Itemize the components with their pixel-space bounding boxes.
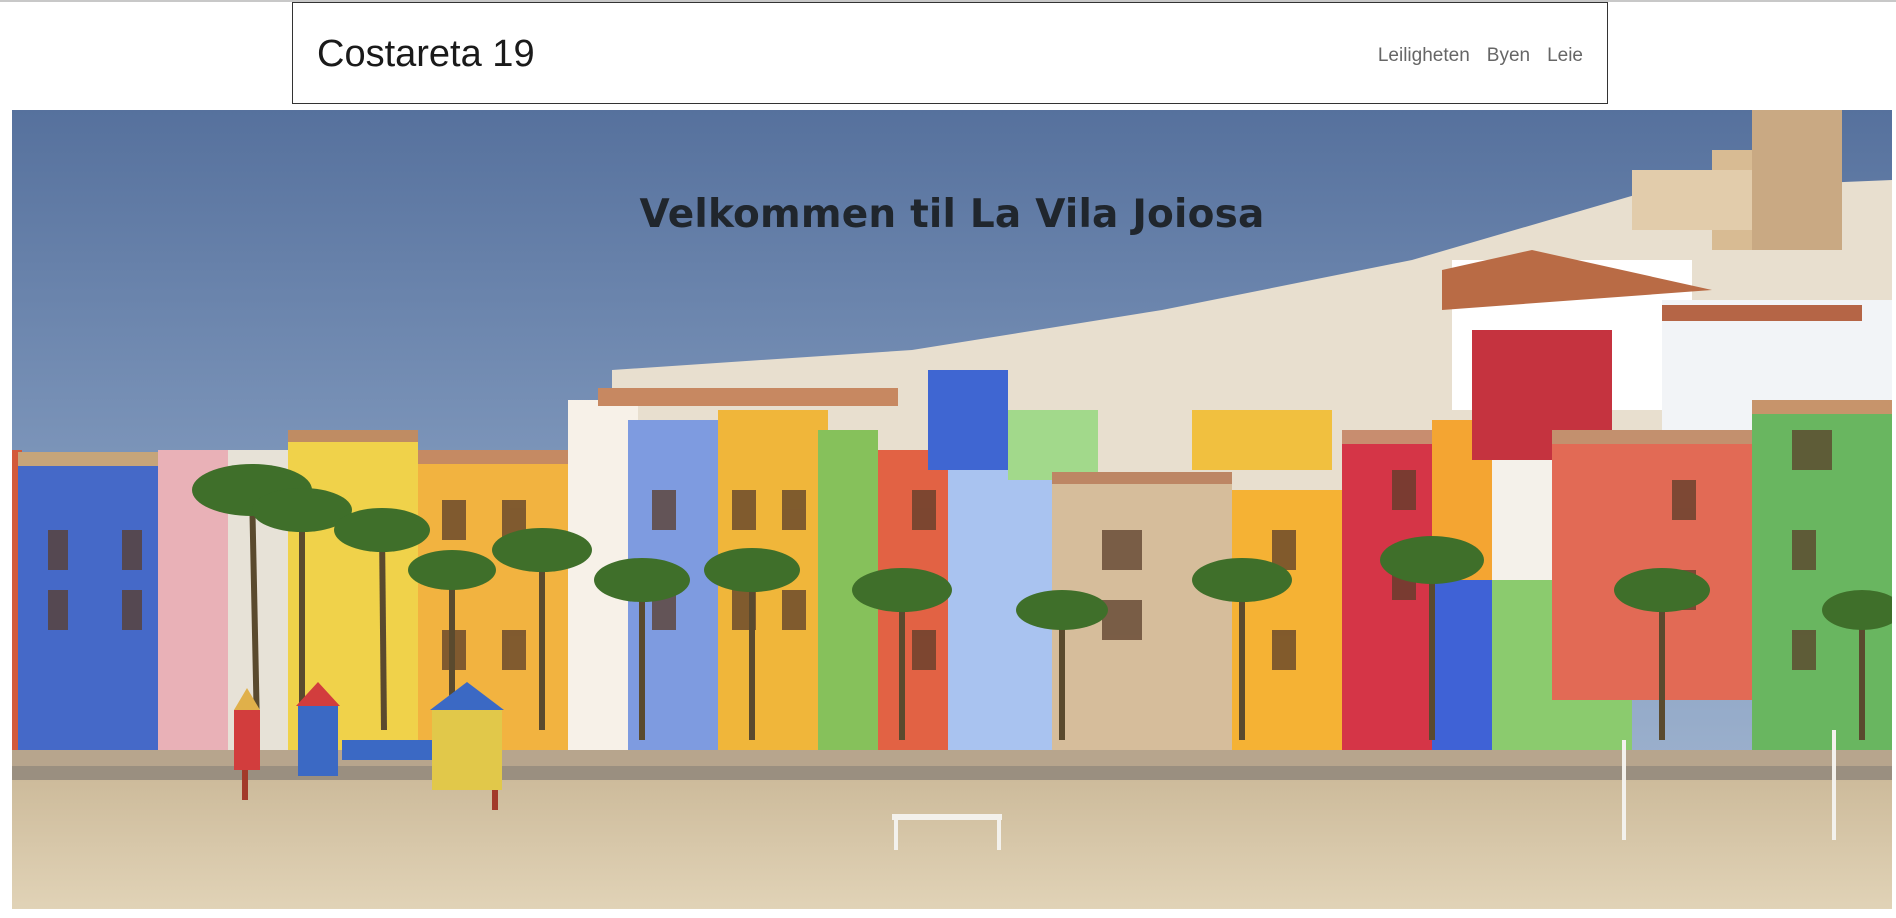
navbar: Costareta 19 Leiligheten Byen Leie	[292, 2, 1608, 104]
nav-link-byen[interactable]: Byen	[1487, 45, 1530, 67]
nav-link-leie[interactable]: Leie	[1547, 45, 1583, 67]
main-nav: Leiligheten Byen Leie	[1378, 45, 1583, 67]
site-brand-link[interactable]: Costareta 19	[317, 33, 535, 76]
hero-title: Velkommen til La Vila Joiosa	[639, 192, 1265, 238]
nav-link-leiligheten[interactable]: Leiligheten	[1378, 45, 1470, 67]
hero-banner: Velkommen til La Vila Joiosa	[12, 110, 1892, 909]
